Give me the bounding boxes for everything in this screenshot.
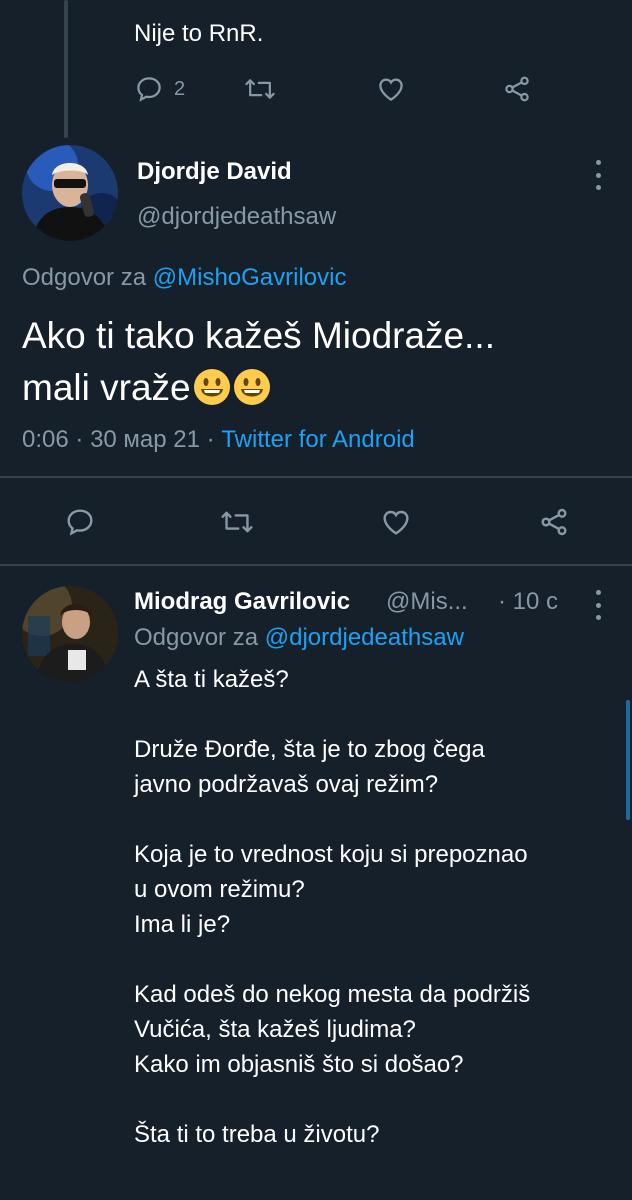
meta-separator: ·	[206, 426, 215, 453]
reply-text-line: Vučića, šta kažeš ljudima?	[134, 1016, 416, 1043]
tweet-text-line2: mali vraže	[22, 367, 191, 408]
more-icon[interactable]	[588, 588, 608, 622]
emoji-grinning-icon	[193, 368, 231, 406]
tweet-text: Ako ti tako kažeš Miodraže... mali vraže	[22, 310, 622, 414]
reply-button[interactable]	[64, 506, 220, 538]
reply-to-line: Odgovor za @MishoGavrilovic	[22, 264, 346, 292]
reply-text-line: Kad odeš do nekog mesta da podržiš	[134, 981, 531, 1008]
reply-prefix: Odgovor za	[134, 624, 259, 651]
meta-separator: ·	[75, 426, 84, 453]
retweet-icon	[244, 74, 276, 104]
tweet-thread-page: Nije to RnR. 2 Djordje David @djordjedea…	[0, 0, 632, 1200]
retweet-button[interactable]	[220, 506, 380, 538]
reply-icon	[64, 506, 96, 538]
reply-text-line: Koja je to vrednost koju si prepoznao	[134, 841, 528, 868]
prev-share-button[interactable]	[502, 74, 532, 104]
reply-text-line: Šta ti to treba u životu?	[134, 1121, 380, 1148]
prev-retweet-button[interactable]	[244, 74, 376, 104]
share-button[interactable]	[538, 506, 570, 538]
divider	[0, 476, 632, 478]
share-icon	[538, 506, 570, 538]
like-icon	[376, 74, 406, 104]
prev-like-button[interactable]	[376, 74, 502, 104]
reply-mention-link[interactable]: @MishoGavrilovic	[153, 264, 347, 291]
tweet-client-link[interactable]: Twitter for Android	[221, 426, 414, 453]
prev-reply-button[interactable]: 2	[134, 74, 244, 104]
reply-time: 10 c	[512, 588, 559, 615]
reply-text-line: A šta ti kažeš?	[134, 666, 289, 693]
tweet-meta: 0:06 · 30 мар 21 · Twitter for Android	[22, 426, 415, 454]
avatar-miodrag[interactable]	[22, 586, 118, 682]
reply-icon	[134, 74, 164, 104]
avatar-djordje[interactable]	[22, 145, 118, 241]
tweet-time: 0:06	[22, 426, 69, 453]
retweet-icon	[220, 506, 254, 538]
meta-separator: ·	[498, 588, 506, 615]
reply-time-ago: · 10 c	[498, 588, 558, 616]
reply-mention-link[interactable]: @djordjedeathsaw	[265, 624, 464, 651]
main-tweet-actions	[64, 506, 570, 538]
author-name[interactable]: Djordje David	[137, 158, 292, 186]
reply-text-line: javno podržavaš ovaj režim?	[134, 771, 439, 798]
reply-prefix: Odgovor za	[22, 264, 147, 291]
reply-text-line: Ima li je?	[134, 911, 231, 938]
tweet-date: 30 мар 21	[90, 426, 200, 453]
emoji-grinning-icon	[233, 368, 271, 406]
reply-text-line: u ovom režimu?	[134, 876, 305, 903]
reply-text-line: Kako im objasniš što si došao?	[134, 1051, 464, 1078]
divider	[0, 564, 632, 566]
more-icon[interactable]	[588, 158, 608, 192]
thread-line	[64, 0, 68, 138]
reply-to-line: Odgovor za @djordjedeathsaw	[134, 624, 464, 652]
author-handle[interactable]: @djordjedeathsaw	[137, 203, 336, 231]
reply-author-name[interactable]: Miodrag Gavrilovic	[134, 588, 350, 616]
reply-text-line: Druže Đorđe, šta je to zbog čega	[134, 736, 485, 763]
like-icon	[380, 506, 412, 538]
reply-count: 2	[174, 77, 186, 100]
scrollbar[interactable]	[626, 700, 630, 820]
share-icon	[502, 74, 532, 104]
prev-tweet-actions: 2	[134, 74, 532, 104]
reply-author-handle[interactable]: @Mis...	[386, 588, 468, 616]
reply-tweet-text: A šta ti kažeš? Druže Đorđe, šta je to zb…	[134, 662, 624, 1152]
like-button[interactable]	[380, 506, 538, 538]
prev-tweet-text: Nije to RnR.	[134, 20, 264, 47]
tweet-text-line1: Ako ti tako kažeš Miodraže...	[22, 315, 495, 356]
